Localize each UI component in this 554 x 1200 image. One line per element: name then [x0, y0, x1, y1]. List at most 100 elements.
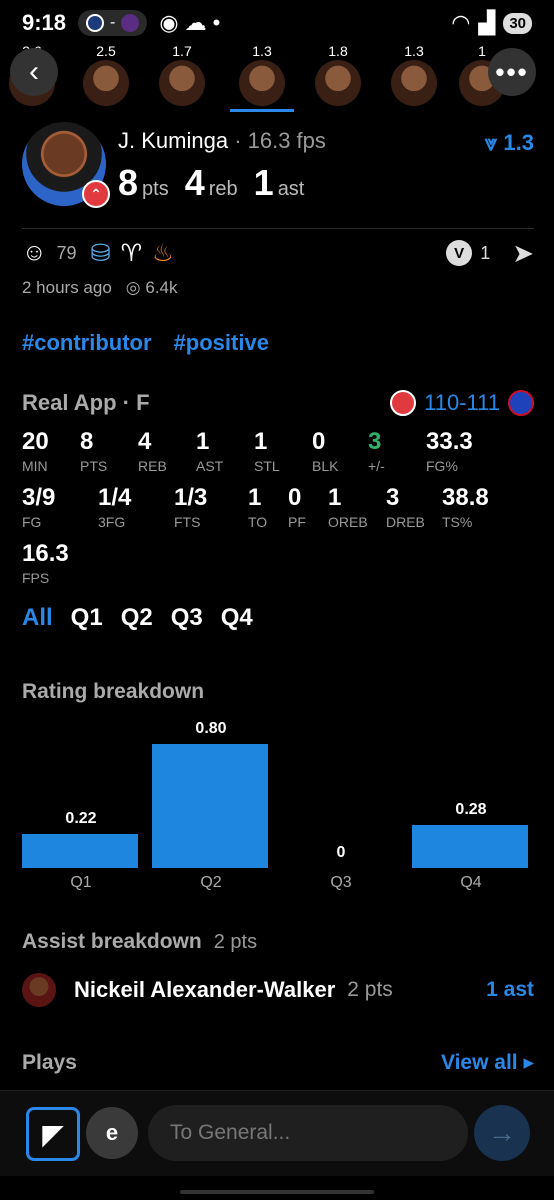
stat-label: MIN	[22, 458, 48, 474]
carousel-player-active[interactable]: 1.3	[230, 44, 294, 112]
message-input[interactable]	[148, 1105, 468, 1161]
stat-label: REB	[138, 458, 167, 474]
stat-value: 1	[254, 428, 268, 455]
tab-q4[interactable]: Q4	[221, 604, 253, 632]
views: ◎ 6.4k	[126, 278, 178, 298]
dot-icon: •	[212, 10, 221, 35]
assist-count: 1 ast	[486, 978, 534, 1001]
carousel-player-6[interactable]: 1.3	[388, 44, 440, 106]
chart-value-label: 0.80	[195, 720, 227, 737]
stat-value: 20	[22, 428, 49, 455]
stat-value: 38.8	[442, 484, 489, 511]
stat-value: 0	[312, 428, 326, 455]
stat-value: 3	[368, 428, 382, 455]
stat-fg: 3/9 FG	[22, 484, 55, 530]
signal-icon: ▟	[478, 10, 496, 35]
wifi-icon: ◠	[451, 10, 471, 35]
ast-value: 1	[253, 162, 274, 203]
pistons-logo-icon	[508, 390, 534, 416]
assist-row[interactable]: Nickeil Alexander-Walker 2 pts 1 ast	[22, 970, 534, 1010]
smile-emoji-icon[interactable]: ☺	[22, 239, 47, 267]
smile-count: 79	[56, 242, 77, 263]
chart-value-label: 0	[336, 844, 346, 861]
stat-label: TO	[248, 514, 268, 530]
more-dots-icon[interactable]: •••	[488, 48, 536, 96]
stat-label: PF	[288, 514, 306, 530]
stat-fps: 16.3 FPS	[22, 540, 69, 586]
rating-breakdown-title: Rating breakdown	[22, 680, 205, 703]
avatar	[391, 60, 437, 106]
goat-emoji-icon[interactable]: ♈	[121, 239, 143, 268]
game-pill[interactable]: -	[78, 10, 148, 36]
stat-3fg: 1/4 3FG	[98, 484, 131, 530]
send-arrow-icon[interactable]: →	[474, 1105, 530, 1161]
tab-q2[interactable]: Q2	[121, 604, 153, 632]
carousel-rating: 1.3	[404, 43, 424, 59]
game-score[interactable]: 110-111	[390, 390, 534, 416]
carousel-rating: 1.8	[328, 43, 348, 59]
stat-value: 4	[138, 428, 152, 455]
e-button[interactable]: e	[86, 1107, 138, 1159]
carousel-player-2[interactable]: 2.5	[80, 44, 132, 106]
stat-value: 16.3	[22, 540, 69, 567]
avatar	[159, 60, 205, 106]
stat-row-2: 3/9 FG 1/4 3FG 1/3 FTS 1 TO 0 PF 1 OREB 3 DREB 38.8 TS%	[22, 484, 534, 534]
carousel-player-5[interactable]: 1.8	[312, 44, 364, 106]
plays-title: Plays	[22, 1050, 77, 1074]
stat-value: 1	[328, 484, 342, 511]
stat-label: 3FG	[98, 514, 126, 530]
stat-label: FG%	[426, 458, 458, 474]
stat-value: 1/3	[174, 484, 208, 511]
stat-fg: 33.3 FG%	[426, 428, 473, 474]
bucket-emoji-icon[interactable]: ⛁	[91, 239, 111, 268]
avatar	[83, 60, 129, 106]
v-logo-icon[interactable]: V	[446, 240, 473, 266]
ast-label: ast	[277, 178, 305, 200]
stat-label: OREB	[328, 514, 368, 530]
hashtags: #contributor #positive	[22, 330, 269, 356]
chart-bar-q4	[412, 825, 528, 868]
app-logo-icon[interactable]: ◤	[26, 1107, 80, 1161]
stat-label: BLK	[312, 458, 339, 474]
stat-label: PTS	[80, 458, 108, 474]
carousel-player-3[interactable]: 1.7	[156, 44, 208, 106]
hawks-logo-icon: ⌃	[82, 180, 110, 208]
assist-player-name: Nickeil Alexander-Walker	[74, 977, 336, 1002]
stat-oreb: 1 OREB	[328, 484, 368, 530]
pts-label: pts	[142, 178, 169, 200]
rating-arrow-icon: ⩔	[484, 130, 498, 155]
tab-all[interactable]: All	[22, 604, 53, 632]
rating-breakdown-chart: 0.22 Q1 0.80 Q2 0 Q3 0.28 Q4	[22, 716, 534, 906]
battery-icon: 30	[503, 12, 532, 34]
quarter-tabs: All Q1 Q2 Q3 Q4	[22, 604, 253, 632]
system-icons: ◠ ▟ 30	[451, 10, 532, 36]
chart-category-label: Q3	[330, 874, 352, 891]
tab-q1[interactable]: Q1	[71, 604, 103, 632]
stat-reb: 4 REB	[138, 428, 167, 474]
basketball-icon: ◉	[159, 10, 179, 35]
chart-value-label: 0.22	[65, 810, 97, 827]
rating-badge[interactable]: ⩔ 1.3	[485, 130, 534, 156]
player-stat-line: 8 pts 4 reb 1 ast	[118, 162, 304, 204]
player-header: ⌃ J. Kuminga · 16.3 fps 8 pts 4 reb 1 ast ⩔…	[22, 122, 534, 212]
stat-: 3 +/-	[368, 428, 385, 474]
stat-label: TS%	[442, 514, 473, 530]
player-carousel[interactable]: 3.6 ‹ 2.5 1.7 1.3 1.8 1.3 1 •••	[0, 40, 554, 112]
home-indicator	[0, 1190, 554, 1200]
stat-value: 3	[386, 484, 400, 511]
divider	[22, 228, 534, 229]
stat-ast: 1 AST	[196, 428, 223, 474]
arrow-left-icon[interactable]: ‹	[10, 48, 58, 96]
player-name-line[interactable]: J. Kuminga · 16.3 fps	[118, 128, 326, 154]
stat-label: DREB	[386, 514, 425, 530]
tag-positive[interactable]: #positive	[174, 330, 269, 356]
stat-label: FTS	[174, 514, 201, 530]
tab-q3[interactable]: Q3	[171, 604, 203, 632]
chart-bar-q1	[22, 834, 138, 868]
message-composer: ◤ e →	[0, 1090, 554, 1176]
tag-contributor[interactable]: #contributor	[22, 330, 152, 356]
carousel-rating: 2.5	[96, 43, 116, 59]
fire-emoji-icon[interactable]: ♨	[152, 239, 174, 268]
view-all-link[interactable]: View all ▸	[441, 1050, 534, 1075]
send-icon[interactable]: ➤	[512, 238, 534, 269]
